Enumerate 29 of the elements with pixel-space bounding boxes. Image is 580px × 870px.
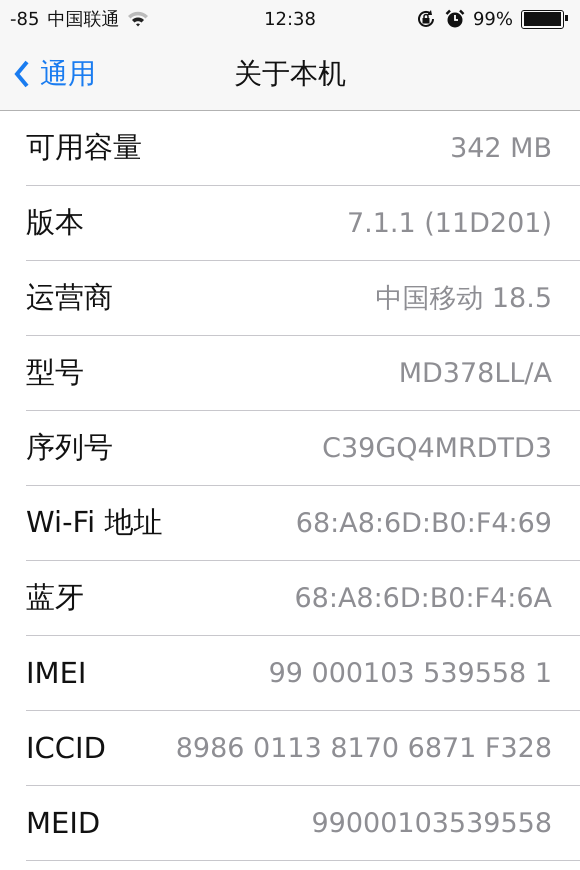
row-label: 型号 — [26, 354, 84, 391]
row-label: 可用容量 — [26, 129, 142, 166]
signal-strength: -85 — [10, 8, 40, 30]
row-value: C39GQ4MRDTD3 — [322, 432, 552, 464]
clock-time: 12:38 — [264, 8, 316, 30]
row-value: 7.1.1 (11D201) — [346, 208, 552, 238]
chevron-left-icon — [14, 59, 30, 89]
row-value: MD378LL/A — [398, 358, 552, 388]
row-value: 中国移动 18.5 — [375, 282, 552, 316]
row-value: 8986 0113 8170 6871 F328 — [176, 732, 552, 764]
back-button[interactable]: 通用 — [0, 55, 96, 93]
row-label: 序列号 — [26, 429, 113, 466]
page-title: 关于本机 — [234, 56, 346, 92]
row-label: 版本 — [26, 204, 84, 241]
battery-percent: 99% — [472, 8, 513, 30]
alarm-icon — [444, 9, 465, 29]
row-value: 99 000103 539558 1 — [268, 658, 552, 688]
row-label: ICCID — [26, 731, 106, 765]
carrier-name: 中国联通 — [47, 8, 120, 31]
row-value: 342 MB — [450, 132, 552, 164]
row-label: IMEI — [26, 656, 86, 690]
row-label: 运营商 — [26, 279, 113, 316]
row-label: MEID — [26, 806, 100, 840]
row-label: Wi-Fi 地址 — [26, 504, 162, 541]
row-value: 68:A8:6D:B0:F4:6A — [294, 582, 552, 614]
row-value: 99000103539558 — [312, 808, 552, 838]
wifi-icon — [127, 11, 150, 27]
row-label: 蓝牙 — [26, 579, 84, 616]
row-value: 68:A8:6D:B0:F4:69 — [296, 508, 552, 538]
